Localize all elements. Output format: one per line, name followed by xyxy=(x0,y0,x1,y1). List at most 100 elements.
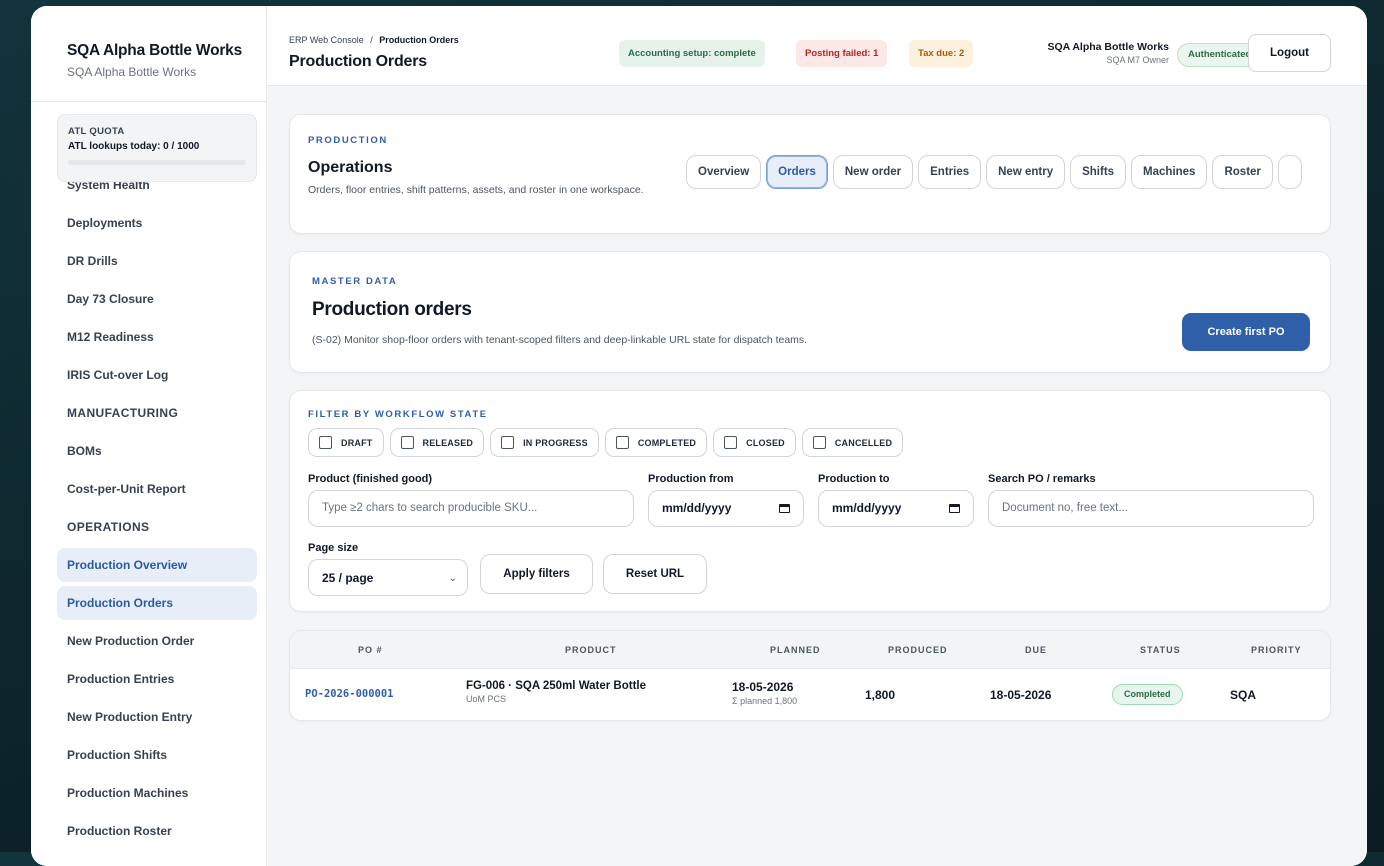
planned-date: 18-05-2026 xyxy=(732,680,794,694)
sidebar-item-boms[interactable]: BOMs xyxy=(57,434,257,468)
tab-orders[interactable]: Orders xyxy=(766,155,828,189)
tab-overview[interactable]: Overview xyxy=(686,155,762,189)
table-row[interactable]: PO-2026-000001 FG-006 · SQA 250ml Water … xyxy=(290,669,1330,720)
chevron-down-icon: ⌄ xyxy=(448,573,457,584)
sidebar-item-production-machines[interactable]: Production Machines xyxy=(57,776,257,810)
operations-description: Orders, floor entries, shift patterns, a… xyxy=(308,184,644,196)
search-po-input[interactable]: Document no, free text... xyxy=(988,490,1314,527)
sidebar-item-new-production-order[interactable]: New Production Order xyxy=(57,624,257,658)
operations-tabs: Overview Orders New order Entries New entry S… xyxy=(686,155,1316,191)
checkbox-icon[interactable] xyxy=(615,436,629,449)
accounting-status-badge[interactable]: Accounting setup: complete xyxy=(619,40,765,67)
tab-overflow[interactable] xyxy=(1277,155,1302,189)
account-info: SQA Alpha Bottle Works SQA M7 Owner xyxy=(957,41,1169,65)
column-header-po[interactable]: PO # xyxy=(358,645,383,655)
state-filter-label: DRAFT xyxy=(341,437,373,448)
calendar-icon[interactable] xyxy=(779,504,790,513)
state-filter-in-progress[interactable]: IN PROGRESS xyxy=(490,428,599,457)
sidebar-item-cost-per-unit-report[interactable]: Cost-per-Unit Report xyxy=(57,472,257,506)
column-header-priority[interactable]: PRIORITY xyxy=(1251,645,1302,655)
logout-button[interactable]: Logout xyxy=(1248,34,1331,72)
tab-new-order[interactable]: New order xyxy=(832,155,914,189)
column-header-product[interactable]: PRODUCT xyxy=(565,645,617,655)
master-eyebrow: MASTER DATA xyxy=(312,276,398,287)
production-to-value: mm/dd/yyyy xyxy=(832,501,902,515)
column-header-due[interactable]: DUE xyxy=(1025,645,1047,655)
tab-entries[interactable]: Entries xyxy=(918,155,982,189)
column-header-planned[interactable]: PLANNED xyxy=(770,645,821,655)
sidebar-item-production-roster[interactable]: Production Roster xyxy=(57,814,257,848)
production-to-date-field[interactable]: mm/dd/yyyy xyxy=(818,490,974,527)
production-to-label: Production to xyxy=(818,473,890,485)
account-role: SQA M7 Owner xyxy=(1106,55,1169,65)
checkbox-icon[interactable] xyxy=(812,436,826,449)
filter-card: FILTER BY WORKFLOW STATE DRAFT RELEASED IN… xyxy=(289,390,1331,612)
planned-cell: 18-05-2026 Σ planned 1,800 xyxy=(732,680,797,706)
breadcrumb: ERP Web Console / Production Orders xyxy=(289,35,459,45)
sidebar-item-production-orders[interactable]: Production Orders xyxy=(57,586,257,620)
column-header-produced[interactable]: PRODUCED xyxy=(888,645,948,655)
topbar: ERP Web Console / Production Orders Prod… xyxy=(267,6,1367,86)
po-number-link[interactable]: PO-2026-000001 xyxy=(305,688,394,700)
sidebar-item-iris-cut-over-log[interactable]: IRIS Cut-over Log xyxy=(57,358,257,392)
tab-roster[interactable]: Roster xyxy=(1212,155,1273,189)
state-filter-released[interactable]: RELEASED xyxy=(389,428,485,457)
operations-title: Operations xyxy=(308,159,393,176)
sidebar-item-deployments[interactable]: Deployments xyxy=(57,206,257,240)
checkbox-icon[interactable] xyxy=(501,436,515,449)
planned-total: Σ planned 1,800 xyxy=(732,696,798,706)
status-cell: Completed xyxy=(1112,684,1183,705)
posting-failed-badge[interactable]: Posting failed: 1 xyxy=(796,40,888,67)
main-content: ERP Web Console / Production Orders Prod… xyxy=(267,6,1367,866)
sidebar-item-m12-readiness[interactable]: M12 Readiness xyxy=(57,320,257,354)
tab-new-entry[interactable]: New entry xyxy=(986,155,1066,189)
search-label: Search PO / remarks xyxy=(988,473,1096,485)
state-filter-draft[interactable]: DRAFT xyxy=(308,428,384,457)
page-size-value: 25 / page xyxy=(322,571,374,585)
sidebar-item-day-73-closure[interactable]: Day 73 Closure xyxy=(57,282,257,316)
tab-shifts[interactable]: Shifts xyxy=(1070,155,1127,189)
breadcrumb-root[interactable]: ERP Web Console xyxy=(289,35,364,45)
page-size-label: Page size xyxy=(308,542,359,554)
sidebar-item-production-entries[interactable]: Production Entries xyxy=(57,662,257,696)
breadcrumb-current: Production Orders xyxy=(379,35,459,45)
quota-progress-bar xyxy=(68,160,246,165)
production-from-label: Production from xyxy=(648,473,734,485)
state-filter-completed[interactable]: COMPLETED xyxy=(604,428,708,457)
quota-text: ATL lookups today: 0 / 1000 xyxy=(68,141,200,152)
tab-machines[interactable]: Machines xyxy=(1131,155,1208,189)
apply-filters-button[interactable]: Apply filters xyxy=(480,554,593,594)
column-header-status[interactable]: STATUS xyxy=(1140,645,1181,655)
sidebar-item-production-overview[interactable]: Production Overview xyxy=(57,548,257,582)
quota-title: ATL QUOTA xyxy=(68,126,125,137)
state-filter-label: COMPLETED xyxy=(637,437,697,448)
checkbox-icon[interactable] xyxy=(724,436,738,449)
state-filter-cancelled[interactable]: CANCELLED xyxy=(801,428,904,457)
state-filter-label: IN PROGRESS xyxy=(523,437,588,448)
production-from-value: mm/dd/yyyy xyxy=(662,501,732,515)
brand-title: SQA Alpha Bottle Works xyxy=(67,42,243,59)
sidebar-item-production-shifts[interactable]: Production Shifts xyxy=(57,738,257,772)
sidebar-item-dr-drills[interactable]: DR Drills xyxy=(57,244,257,278)
calendar-icon[interactable] xyxy=(949,504,960,513)
create-first-po-button[interactable]: Create first PO xyxy=(1182,313,1310,351)
checkbox-icon[interactable] xyxy=(400,436,414,449)
checkbox-icon[interactable] xyxy=(319,436,332,449)
master-description: (S-02) Monitor shop-floor orders with te… xyxy=(312,334,808,346)
product-name: FG-006 · SQA 250ml Water Bottle xyxy=(466,680,646,692)
product-search-input[interactable]: Type ≥2 chars to search producible SKU..… xyxy=(308,490,634,527)
account-name: SQA Alpha Bottle Works xyxy=(1047,41,1169,53)
product-label: Product (finished good) xyxy=(308,473,433,485)
state-filter-label: CLOSED xyxy=(746,437,785,448)
state-filter-closed[interactable]: CLOSED xyxy=(713,428,796,457)
due-cell: 18-05-2026 xyxy=(990,688,1052,702)
production-from-date-field[interactable]: mm/dd/yyyy xyxy=(648,490,804,527)
operations-eyebrow: PRODUCTION xyxy=(308,135,388,146)
workflow-state-filters: DRAFT RELEASED IN PROGRESS COMPLETED CLOSED C… xyxy=(308,428,909,457)
state-filter-label: CANCELLED xyxy=(834,437,893,448)
sidebar-item-new-production-entry[interactable]: New Production Entry xyxy=(57,700,257,734)
sidebar: SQA Alpha Bottle Works SQA Alpha Bottle … xyxy=(31,6,267,866)
atl-quota-card: ATL QUOTA ATL lookups today: 0 / 1000 xyxy=(57,114,257,182)
reset-url-button[interactable]: Reset URL xyxy=(603,554,707,594)
page-size-select[interactable]: 25 / page ⌄ xyxy=(308,559,468,596)
